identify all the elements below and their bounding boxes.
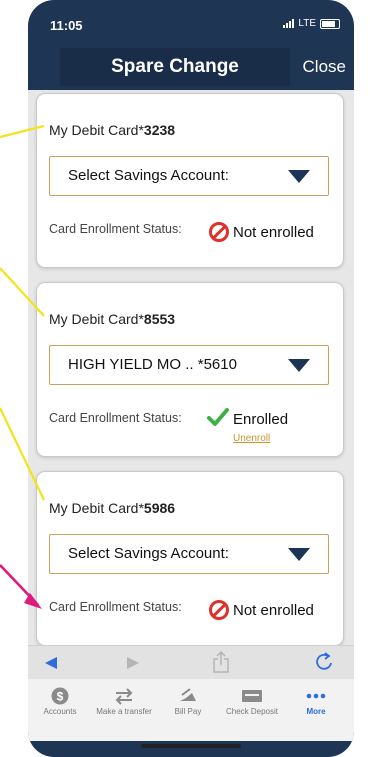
transfer-arrows-icon — [115, 688, 133, 705]
not-enrolled-icon — [209, 600, 229, 620]
header: Spare Change Close — [28, 48, 354, 88]
select-value: Select Savings Account: — [68, 545, 229, 562]
enrollment-status: Not enrolled — [209, 600, 314, 620]
share-icon[interactable] — [212, 650, 230, 674]
battery-icon — [320, 18, 340, 29]
savings-account-select[interactable]: Select Savings Account: — [49, 156, 329, 196]
status-indicators: LTE — [283, 18, 340, 29]
dropdown-arrow-icon — [288, 170, 310, 183]
select-value: HIGH YIELD MO .. *5610 — [68, 356, 237, 373]
card-list: My Debit Card*3238 Select Savings Accoun… — [28, 90, 354, 645]
check-deposit-icon — [242, 690, 262, 702]
enrollment-status-label: Card Enrollment Status: — [49, 222, 182, 236]
page-title: Spare Change — [60, 48, 290, 86]
svg-text:$: $ — [57, 690, 64, 704]
tab-check-deposit[interactable]: Check Deposit — [220, 685, 284, 716]
enrollment-status-value: Not enrolled — [233, 223, 314, 241]
enrollment-status-label: Card Enrollment Status: — [49, 411, 182, 425]
tab-accounts[interactable]: $ Accounts — [28, 685, 92, 716]
debit-card-panel: My Debit Card*8553 HIGH YIELD MO .. *561… — [36, 282, 344, 457]
debit-card-panel: My Debit Card*3238 Select Savings Accoun… — [36, 93, 344, 268]
enrollment-status: Enrolled — [207, 405, 288, 428]
network-label: LTE — [298, 18, 316, 29]
status-time: 11:05 — [50, 18, 83, 33]
tab-bar: $ Accounts Make a transfer Bill Pay Chec… — [28, 679, 354, 741]
tab-label: Check Deposit — [225, 707, 279, 716]
tab-label: More — [306, 707, 326, 716]
enrollment-status-value: Not enrolled — [233, 601, 314, 619]
signal-icon — [283, 19, 295, 28]
forward-arrow-icon[interactable] — [126, 656, 140, 670]
bill-pay-icon — [180, 688, 196, 701]
debit-card-panel: My Debit Card*5986 Select Savings Accoun… — [36, 471, 344, 645]
check-icon — [207, 407, 229, 426]
back-arrow-icon[interactable] — [44, 656, 58, 670]
tab-label: Bill Pay — [174, 707, 202, 716]
dollar-icon: $ — [51, 687, 69, 705]
tab-more[interactable]: More — [284, 685, 348, 716]
tab-make-a-transfer[interactable]: Make a transfer — [92, 685, 156, 716]
card-name: My Debit Card*8553 — [49, 311, 176, 327]
browser-toolbar — [28, 645, 354, 680]
select-value: Select Savings Account: — [68, 167, 229, 184]
tab-label: Accounts — [43, 707, 77, 716]
home-indicator — [141, 744, 241, 748]
card-name: My Debit Card*5986 — [49, 500, 176, 516]
dropdown-arrow-icon — [288, 548, 310, 561]
unenroll-link[interactable]: Unenroll — [233, 433, 270, 444]
refresh-icon[interactable] — [314, 651, 336, 673]
dropdown-arrow-icon — [288, 359, 310, 372]
savings-account-select[interactable]: HIGH YIELD MO .. *5610 — [49, 345, 329, 385]
not-enrolled-icon — [209, 222, 229, 242]
enrollment-status-value: Enrolled — [233, 411, 289, 428]
more-dots-icon — [306, 693, 326, 699]
enrollment-status-label: Card Enrollment Status: — [49, 600, 182, 614]
tab-label: Make a transfer — [96, 707, 152, 716]
tab-bill-pay[interactable]: Bill Pay — [156, 685, 220, 716]
enrollment-status: Not enrolled — [209, 222, 314, 242]
close-button[interactable]: Close — [303, 57, 346, 77]
status-bar: 11:05 LTE — [28, 0, 354, 46]
card-name: My Debit Card*3238 — [49, 122, 176, 138]
savings-account-select[interactable]: Select Savings Account: — [49, 534, 329, 574]
phone-frame: 11:05 LTE Spare Change Close My Debit Ca… — [28, 0, 354, 757]
